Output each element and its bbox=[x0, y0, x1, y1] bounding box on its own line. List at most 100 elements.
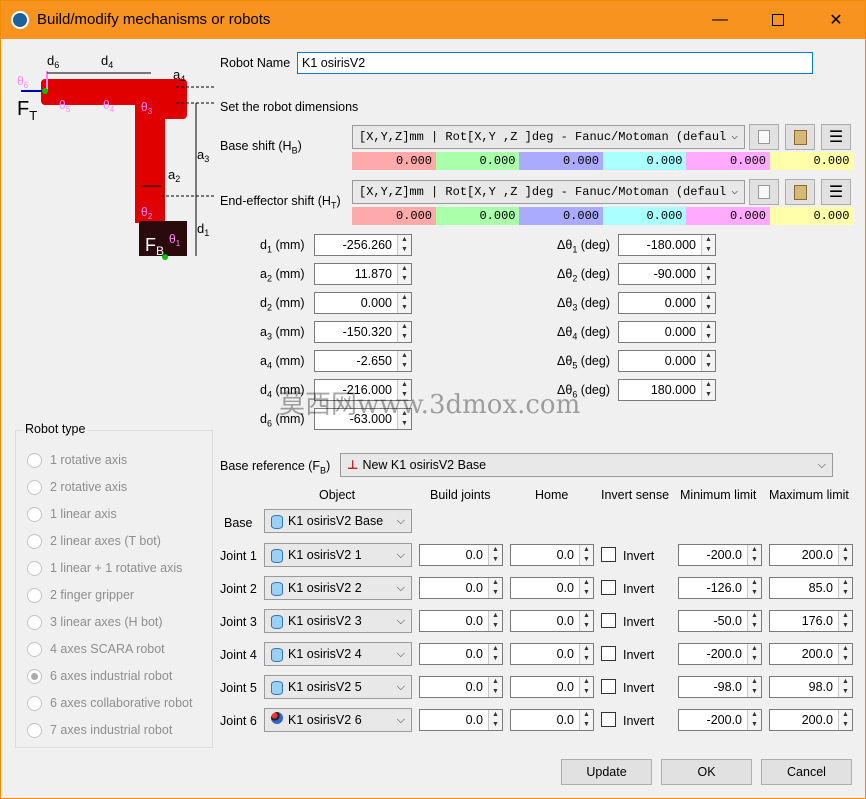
spin-arrows-icon[interactable]: ▲ ▼ bbox=[397, 322, 411, 342]
joint-max-spinbox[interactable]: 85.0 ▲ ▼ bbox=[769, 577, 853, 599]
param-spinbox[interactable]: 180.000 ▲ ▼ bbox=[618, 379, 716, 401]
paste-button[interactable] bbox=[785, 179, 815, 205]
robot-name-input[interactable]: K1 osirisV2 bbox=[297, 52, 813, 74]
update-button[interactable]: Update bbox=[561, 759, 652, 785]
invert-checkbox[interactable] bbox=[601, 712, 616, 727]
ee-shift-value-4[interactable]: 0.000 bbox=[602, 207, 687, 225]
spin-arrows-icon[interactable]: ▲ ▼ bbox=[838, 578, 852, 598]
spin-arrows-icon[interactable]: ▲ ▼ bbox=[838, 545, 852, 565]
param-spinbox[interactable]: -90.000 ▲ ▼ bbox=[618, 263, 716, 285]
param-spinbox[interactable]: 0.000 ▲ ▼ bbox=[618, 321, 716, 343]
joint-max-spinbox[interactable]: 200.0 ▲ ▼ bbox=[769, 709, 853, 731]
joint-min-spinbox[interactable]: -50.0 ▲ ▼ bbox=[678, 610, 762, 632]
spin-arrows-icon[interactable]: ▲ ▼ bbox=[838, 644, 852, 664]
joint-object-select[interactable]: K1 osirisV2 2 ⌵ bbox=[264, 576, 412, 600]
ee-shift-value-3[interactable]: 0.000 bbox=[519, 207, 603, 225]
spin-arrows-icon[interactable]: ▲ ▼ bbox=[747, 677, 761, 697]
spin-arrows-icon[interactable]: ▲ ▼ bbox=[397, 264, 411, 284]
joint-home-spinbox[interactable]: 0.0 ▲ ▼ bbox=[510, 577, 594, 599]
base-shift-value-3[interactable]: 0.000 bbox=[519, 152, 603, 170]
joint-home-spinbox[interactable]: 0.0 ▲ ▼ bbox=[510, 643, 594, 665]
copy-button[interactable] bbox=[749, 124, 779, 150]
base-object-select[interactable]: K1 osirisV2 Base ⌵ bbox=[264, 509, 412, 533]
joint-home-spinbox[interactable]: 0.0 ▲ ▼ bbox=[510, 544, 594, 566]
robot-type-radio[interactable] bbox=[27, 642, 42, 657]
robot-type-radio[interactable] bbox=[27, 696, 42, 711]
minimize-button[interactable]: — bbox=[691, 1, 749, 39]
robot-type-radio[interactable] bbox=[27, 561, 42, 576]
spin-arrows-icon[interactable]: ▲ ▼ bbox=[747, 710, 761, 730]
base-shift-format-select[interactable]: [X,Y,Z]mm | Rot[X,Y ,Z ]deg - Fanuc/Moto… bbox=[352, 125, 745, 149]
base-shift-value-5[interactable]: 0.000 bbox=[686, 152, 770, 170]
joint-object-select[interactable]: K1 osirisV2 5 ⌵ bbox=[264, 675, 412, 699]
spin-arrows-icon[interactable]: ▲ ▼ bbox=[838, 677, 852, 697]
copy-button[interactable] bbox=[749, 179, 779, 205]
ee-shift-value-1[interactable]: 0.000 bbox=[352, 207, 436, 225]
robot-type-radio[interactable] bbox=[27, 534, 42, 549]
joint-object-select[interactable]: K1 osirisV2 3 ⌵ bbox=[264, 609, 412, 633]
joint-min-spinbox[interactable]: -126.0 ▲ ▼ bbox=[678, 577, 762, 599]
ee-shift-value-6[interactable]: 0.000 bbox=[769, 207, 854, 225]
menu-button[interactable]: ☰ bbox=[821, 124, 851, 150]
spin-arrows-icon[interactable]: ▲ ▼ bbox=[701, 293, 715, 313]
ok-button[interactable]: OK bbox=[661, 759, 752, 785]
param-spinbox[interactable]: 0.000 ▲ ▼ bbox=[618, 292, 716, 314]
joint-build-spinbox[interactable]: 0.0 ▲ ▼ bbox=[419, 709, 503, 731]
menu-button[interactable]: ☰ bbox=[821, 179, 851, 205]
ee-shift-value-2[interactable]: 0.000 bbox=[435, 207, 520, 225]
spin-arrows-icon[interactable]: ▲ ▼ bbox=[838, 611, 852, 631]
param-spinbox[interactable]: 0.000 ▲ ▼ bbox=[618, 350, 716, 372]
spin-arrows-icon[interactable]: ▲ ▼ bbox=[579, 710, 593, 730]
base-shift-value-2[interactable]: 0.000 bbox=[435, 152, 520, 170]
joint-object-select[interactable]: K1 osirisV2 4 ⌵ bbox=[264, 642, 412, 666]
joint-max-spinbox[interactable]: 176.0 ▲ ▼ bbox=[769, 610, 853, 632]
robot-type-radio[interactable] bbox=[27, 669, 42, 684]
spin-arrows-icon[interactable]: ▲ ▼ bbox=[838, 710, 852, 730]
paste-button[interactable] bbox=[785, 124, 815, 150]
base-reference-select[interactable]: ⊥ New K1 osirisV2 Base ⌵ bbox=[340, 453, 833, 477]
param-spinbox[interactable]: -180.000 ▲ ▼ bbox=[618, 234, 716, 256]
joint-home-spinbox[interactable]: 0.0 ▲ ▼ bbox=[510, 610, 594, 632]
joint-build-spinbox[interactable]: 0.0 ▲ ▼ bbox=[419, 544, 503, 566]
spin-arrows-icon[interactable]: ▲ ▼ bbox=[579, 611, 593, 631]
maximize-button[interactable] bbox=[749, 1, 807, 39]
joint-home-spinbox[interactable]: 0.0 ▲ ▼ bbox=[510, 709, 594, 731]
joint-min-spinbox[interactable]: -98.0 ▲ ▼ bbox=[678, 676, 762, 698]
joint-build-spinbox[interactable]: 0.0 ▲ ▼ bbox=[419, 643, 503, 665]
cancel-button[interactable]: Cancel bbox=[761, 759, 852, 785]
joint-min-spinbox[interactable]: -200.0 ▲ ▼ bbox=[678, 709, 762, 731]
invert-checkbox[interactable] bbox=[601, 613, 616, 628]
joint-max-spinbox[interactable]: 200.0 ▲ ▼ bbox=[769, 643, 853, 665]
spin-arrows-icon[interactable]: ▲ ▼ bbox=[701, 380, 715, 400]
joint-build-spinbox[interactable]: 0.0 ▲ ▼ bbox=[419, 676, 503, 698]
spin-arrows-icon[interactable]: ▲ ▼ bbox=[747, 545, 761, 565]
spin-arrows-icon[interactable]: ▲ ▼ bbox=[579, 677, 593, 697]
param-spinbox[interactable]: -150.320 ▲ ▼ bbox=[314, 321, 412, 343]
spin-arrows-icon[interactable]: ▲ ▼ bbox=[701, 235, 715, 255]
ee-shift-format-select[interactable]: [X,Y,Z]mm | Rot[X,Y ,Z ]deg - Fanuc/Moto… bbox=[352, 180, 745, 204]
joint-build-spinbox[interactable]: 0.0 ▲ ▼ bbox=[419, 610, 503, 632]
joint-max-spinbox[interactable]: 200.0 ▲ ▼ bbox=[769, 544, 853, 566]
spin-arrows-icon[interactable]: ▲ ▼ bbox=[701, 351, 715, 371]
spin-arrows-icon[interactable]: ▲ ▼ bbox=[747, 611, 761, 631]
robot-type-radio[interactable] bbox=[27, 723, 42, 738]
param-spinbox[interactable]: 0.000 ▲ ▼ bbox=[314, 292, 412, 314]
base-shift-value-1[interactable]: 0.000 bbox=[352, 152, 436, 170]
invert-checkbox[interactable] bbox=[601, 646, 616, 661]
robot-type-radio[interactable] bbox=[27, 453, 42, 468]
joint-object-select[interactable]: K1 osirisV2 6 ⌵ bbox=[264, 708, 412, 732]
robot-type-radio[interactable] bbox=[27, 615, 42, 630]
joint-max-spinbox[interactable]: 98.0 ▲ ▼ bbox=[769, 676, 853, 698]
joint-object-select[interactable]: K1 osirisV2 1 ⌵ bbox=[264, 543, 412, 567]
joint-home-spinbox[interactable]: 0.0 ▲ ▼ bbox=[510, 676, 594, 698]
spin-arrows-icon[interactable]: ▲ ▼ bbox=[488, 611, 502, 631]
spin-arrows-icon[interactable]: ▲ ▼ bbox=[701, 322, 715, 342]
spin-arrows-icon[interactable]: ▲ ▼ bbox=[488, 710, 502, 730]
joint-min-spinbox[interactable]: -200.0 ▲ ▼ bbox=[678, 643, 762, 665]
invert-checkbox[interactable] bbox=[601, 679, 616, 694]
base-shift-value-6[interactable]: 0.000 bbox=[769, 152, 854, 170]
invert-checkbox[interactable] bbox=[601, 580, 616, 595]
robot-type-radio[interactable] bbox=[27, 588, 42, 603]
param-spinbox[interactable]: -2.650 ▲ ▼ bbox=[314, 350, 412, 372]
spin-arrows-icon[interactable]: ▲ ▼ bbox=[397, 351, 411, 371]
